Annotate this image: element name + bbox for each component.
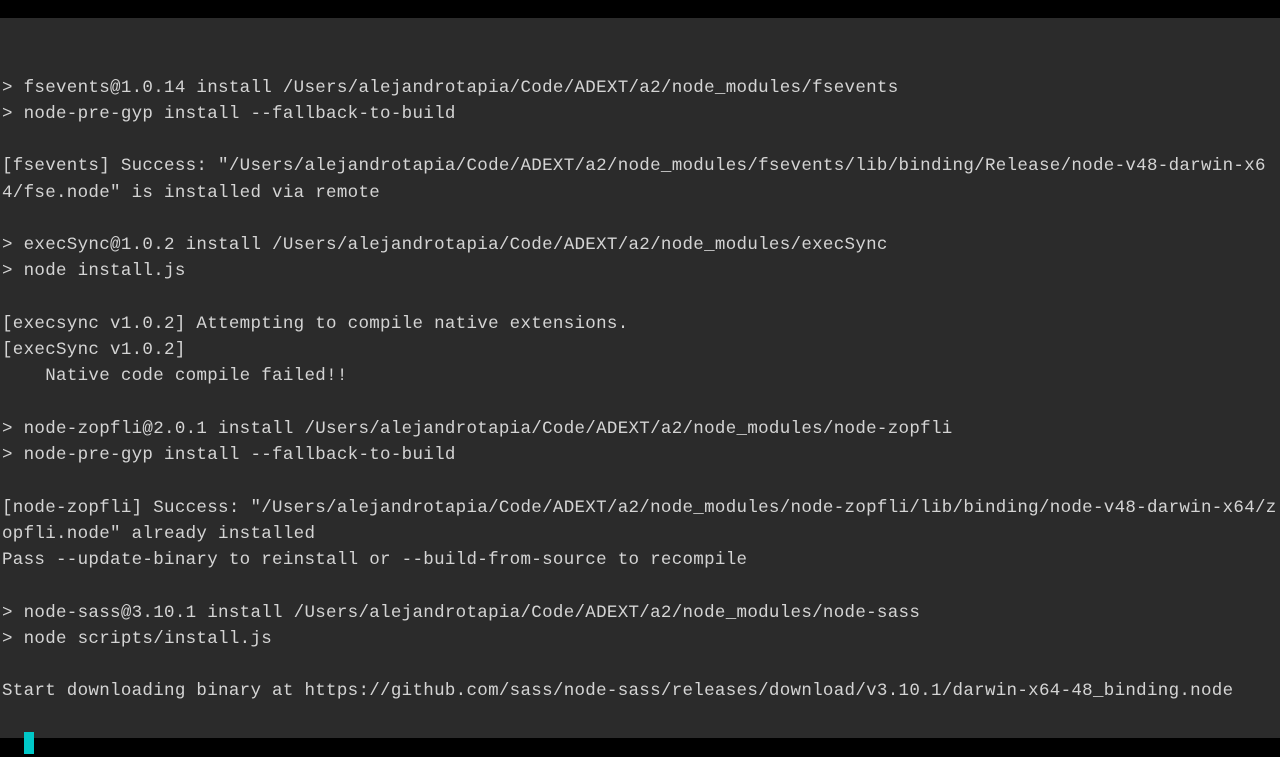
terminal-line: > node install.js [2,258,1278,284]
terminal-line: > node-pre-gyp install --fallback-to-bui… [2,442,1278,468]
terminal-output: > fsevents@1.0.14 install /Users/alejand… [2,75,1278,705]
terminal-line: > node-sass@3.10.1 install /Users/alejan… [2,600,1278,626]
terminal-line: > node scripts/install.js [2,626,1278,652]
terminal-line: > node-zopfli@2.0.1 install /Users/aleja… [2,416,1278,442]
terminal-line [2,390,1278,416]
terminal-line [2,573,1278,599]
terminal-line: Start downloading binary at https://gith… [2,678,1278,704]
terminal-window[interactable]: > fsevents@1.0.14 install /Users/alejand… [0,18,1280,738]
terminal-line [2,652,1278,678]
terminal-line: > fsevents@1.0.14 install /Users/alejand… [2,75,1278,101]
terminal-line: Pass --update-binary to reinstall or --b… [2,547,1278,573]
terminal-line: [execSync v1.0.2] [2,337,1278,363]
terminal-line: [execsync v1.0.2] Attempting to compile … [2,311,1278,337]
terminal-line [2,127,1278,153]
terminal-line: > execSync@1.0.2 install /Users/alejandr… [2,232,1278,258]
terminal-line [2,468,1278,494]
terminal-line: [node-zopfli] Success: "/Users/alejandro… [2,495,1278,548]
terminal-line: [fsevents] Success: "/Users/alejandrotap… [2,153,1278,206]
terminal-line: > node-pre-gyp install --fallback-to-bui… [2,101,1278,127]
terminal-line [2,285,1278,311]
terminal-line: Native code compile failed!! [2,363,1278,389]
terminal-cursor [24,732,34,754]
terminal-line [2,206,1278,232]
